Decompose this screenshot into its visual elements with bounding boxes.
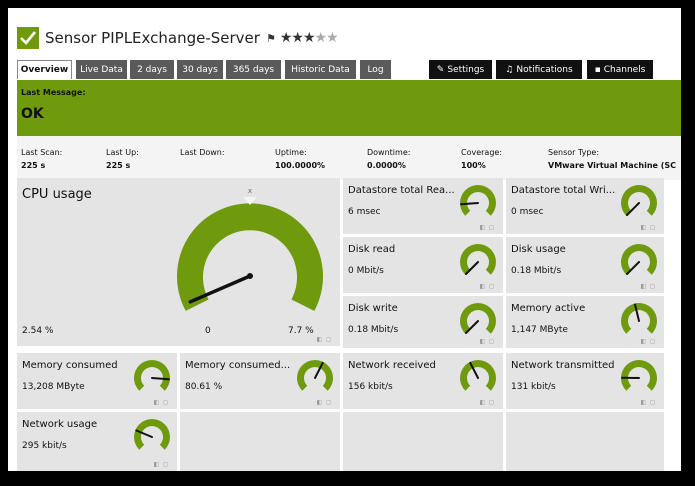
gauge-arc: [621, 185, 657, 216]
gauge-arc: [621, 244, 657, 275]
tab-30-days[interactable]: 30 days: [177, 60, 223, 79]
tile-disk-read[interactable]: Disk read 0 Mbit/s ◧ ◻: [343, 237, 503, 293]
tile-tools-icon[interactable]: ◧ ◻: [479, 224, 495, 231]
tile-disk-write[interactable]: Disk write 0.18 Mbit/s ◧ ◻: [343, 296, 503, 348]
gauge-icon: [460, 185, 496, 216]
tile-tools-icon[interactable]: ◧ ◻: [640, 338, 656, 345]
gauge-arc: [134, 419, 170, 450]
tab-overview[interactable]: Overview: [17, 60, 72, 79]
tile-tools-icon[interactable]: ◧ ◻: [640, 283, 656, 290]
cpu-gauge-min: 0: [205, 326, 211, 336]
priority-stars[interactable]: ★★★★★: [280, 30, 339, 46]
gauge-arc: [134, 360, 170, 391]
gauge-needle: [460, 202, 479, 206]
gauge-icon: [460, 360, 496, 391]
cpu-gauge-max: 7.7 %: [288, 326, 314, 336]
tile-network-transmitted[interactable]: Network transmitted 131 kbit/s ◧ ◻: [506, 353, 664, 409]
last-message-bar: Last Message: OK: [17, 80, 681, 136]
stat-coverage: Coverage: 100%: [461, 148, 503, 170]
gauge-arc: [621, 360, 657, 391]
tab-bar: Overview Live Data 2 days 30 days 365 da…: [17, 60, 681, 79]
tile-network-received[interactable]: Network received 156 kbit/s ◧ ◻: [343, 353, 503, 409]
notifications-button[interactable]: ♫ Notifications: [496, 60, 582, 79]
star-icon[interactable]: ★: [315, 30, 328, 46]
flag-icon[interactable]: ⚑: [266, 32, 276, 45]
tab-365-days[interactable]: 365 days: [226, 60, 281, 79]
gauge-icon: [621, 244, 657, 275]
tile-tools-icon[interactable]: ◧ ◻: [316, 399, 332, 406]
sensor-page: Sensor PIPLExchange-Server ⚑ ★★★★★ Overv…: [8, 8, 681, 471]
tile-memory-consumed-percent[interactable]: Memory consumed... 80.61 % ◧ ◻: [180, 353, 340, 409]
gauge-icon: [621, 360, 657, 391]
tile-tools-icon[interactable]: ◧ ◻: [640, 224, 656, 231]
tile-datastore-read[interactable]: Datastore total Rea... 6 msec ◧ ◻: [343, 178, 503, 234]
tile-tools-icon[interactable]: ◧ ◻: [153, 461, 169, 468]
cpu-usage-tile[interactable]: CPU usage 2.54 % 0 7.7 % x ◧ ◻: [17, 178, 340, 346]
bell-icon: ♫: [505, 64, 514, 75]
empty-tile: [180, 412, 340, 471]
sensor-header: Sensor PIPLExchange-Server ⚑ ★★★★★: [17, 24, 339, 52]
status-ok-icon: [17, 27, 39, 49]
last-message-label: Last Message:: [21, 88, 86, 97]
stat-sensor-type: Sensor Type: VMware Virtual Machine (SC: [548, 148, 677, 170]
star-icon[interactable]: ★: [291, 30, 304, 46]
tile-tools-icon[interactable]: ◧ ◻: [640, 399, 656, 406]
gauge-arc: [460, 244, 496, 275]
tab-live-data[interactable]: Live Data: [76, 60, 127, 79]
tile-tools-icon[interactable]: ◧ ◻: [479, 338, 495, 345]
settings-button[interactable]: ✎ Settings: [429, 60, 492, 79]
cpu-usage-value: 2.54 %: [22, 326, 54, 336]
gauge-icon: [134, 419, 170, 450]
cpu-gauge-icon: x: [177, 188, 323, 311]
tile-datastore-write[interactable]: Datastore total Wri... 0 msec ◧ ◻: [506, 178, 664, 234]
channels-button[interactable]: ▪ Channels: [587, 60, 653, 79]
gauge-icon: [297, 360, 333, 391]
stat-last-up: Last Up: 225 s: [106, 148, 139, 170]
tile-tools-icon[interactable]: ◧ ◻: [479, 399, 495, 406]
star-icon[interactable]: ★: [303, 30, 316, 46]
wrench-icon: ✎: [436, 64, 445, 75]
tab-historic-data[interactable]: Historic Data: [285, 60, 356, 79]
bar-chart-icon: ▪: [594, 64, 601, 75]
tile-disk-usage[interactable]: Disk usage 0.18 Mbit/s ◧ ◻: [506, 237, 664, 293]
tile-tools-icon[interactable]: ◧ ◻: [479, 283, 495, 290]
tab-log[interactable]: Log: [360, 60, 391, 79]
tile-memory-active[interactable]: Memory active 1,147 MByte ◧ ◻: [506, 296, 664, 348]
cpu-usage-title: CPU usage: [22, 187, 92, 202]
svg-text:x: x: [248, 188, 252, 195]
last-message-value: OK: [21, 106, 44, 122]
gauge-icon: [621, 303, 657, 334]
stats-row: Last Scan: 225 s Last Up: 225 s Last Down:…: [17, 136, 681, 180]
empty-tile: [343, 412, 503, 471]
gauge-icon: [621, 185, 657, 216]
stat-uptime: Uptime: 100.0000%: [275, 148, 326, 170]
star-icon[interactable]: ★: [326, 30, 339, 46]
gauge-arc: [460, 303, 496, 334]
tile-tools-icon[interactable]: ◧ ◻: [316, 336, 332, 343]
gauge-arc: [297, 360, 333, 391]
stat-downtime: Downtime: 0.0000%: [367, 148, 411, 170]
tile-network-usage[interactable]: Network usage 295 kbit/s ◧ ◻: [17, 412, 177, 471]
tab-2-days[interactable]: 2 days: [130, 60, 174, 79]
gauge-arc: [460, 185, 496, 216]
tile-tools-icon[interactable]: ◧ ◻: [153, 399, 169, 406]
star-icon[interactable]: ★: [280, 30, 293, 46]
empty-tile: [506, 412, 664, 471]
gauge-needle: [151, 377, 170, 381]
tile-memory-consumed[interactable]: Memory consumed 13,208 MByte ◧ ◻: [17, 353, 177, 409]
stat-last-down: Last Down:: [180, 148, 225, 157]
gauge-icon: [460, 244, 496, 275]
gauge-icon: [460, 303, 496, 334]
sensor-title: Sensor PIPLExchange-Server: [45, 29, 260, 47]
gauge-icon: [134, 360, 170, 391]
gauge-arc: [460, 360, 496, 391]
stat-last-scan: Last Scan: 225 s: [21, 148, 63, 170]
